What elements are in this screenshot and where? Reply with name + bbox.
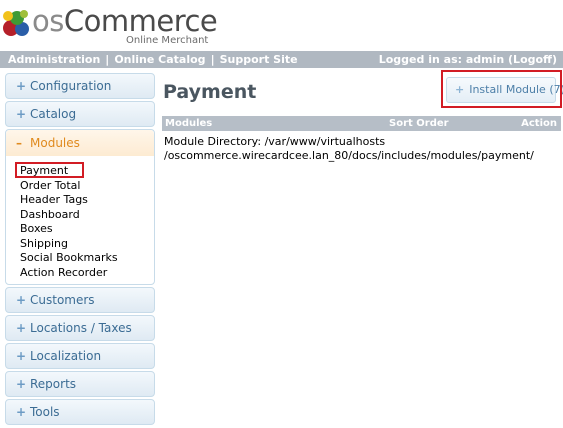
submenu-item-header-tags[interactable]: Header Tags [20,193,154,208]
sidebar-item-label: Modules [30,136,80,150]
column-header-modules[interactable]: Modules [165,116,212,131]
submenu-item-social-bookmarks[interactable]: Social Bookmarks [20,251,154,266]
sidebar-item-label: Reports [30,377,77,391]
module-directory-line: Module Directory: /var/www/virtualhosts [164,135,386,148]
plus-icon: + [16,377,27,391]
submenu-item-shipping[interactable]: Shipping [20,237,154,252]
sidebar-item-modules[interactable]: – Modules [6,130,154,156]
oscommerce-balls-icon [3,10,29,36]
sidebar-item-locations-taxes[interactable]: + Locations / Taxes [5,315,155,341]
separator: | [105,53,110,66]
plus-icon: + [16,107,27,121]
online-catalog-link[interactable]: Online Catalog [114,53,205,66]
plus-icon: + [16,79,27,93]
support-site-link[interactable]: Support Site [220,53,298,66]
column-header-sort-order[interactable]: Sort Order [389,116,449,131]
sidebar-item-label: Configuration [30,79,112,93]
submenu-item-order-total[interactable]: Order Total [20,179,154,194]
oscommerce-logo[interactable]: osCommerce Online Merchant [2,4,218,48]
sidebar-item-label: Localization [30,349,102,363]
plus-icon: + [16,349,27,363]
submenu-item-dashboard[interactable]: Dashboard [20,208,154,223]
install-button-highlight-box [441,70,562,108]
separator: | [210,53,215,66]
sidebar: + Configuration + Catalog – Modules Payment… [5,73,155,427]
sidebar-item-tools[interactable]: + Tools [5,399,155,425]
sidebar-item-label: Customers [30,293,95,307]
sidebar-item-configuration[interactable]: + Configuration [5,73,155,99]
sidebar-item-label: Locations / Taxes [30,321,132,335]
top-navigation-bar: Administration | Online Catalog | Support Si… [0,51,563,68]
logo-wordmark: osCommerce [32,4,218,38]
column-header-action: Action [521,118,557,129]
sidebar-item-label: Catalog [30,107,77,121]
sidebar-item-localization[interactable]: + Localization [5,343,155,369]
plus-icon: + [16,321,27,335]
page-title: Payment [163,81,257,103]
administration-link[interactable]: Administration [8,53,100,66]
modules-submenu: Payment Order Total Header Tags Dashboar… [6,164,154,280]
plus-icon: + [16,405,27,419]
modules-table-header: Modules Sort Order Action [162,116,561,131]
submenu-item-action-recorder[interactable]: Action Recorder [20,266,154,281]
logo-tagline: Online Merchant [126,35,209,46]
logged-in-status[interactable]: Logged in as: admin (Logoff) [379,51,557,68]
payment-highlight-box [15,162,84,178]
plus-icon: + [16,293,27,307]
sidebar-item-catalog[interactable]: + Catalog [5,101,155,127]
sidebar-item-label: Tools [30,405,60,419]
module-directory-path: /oscommerce.wirecardcee.lan_80/docs/incl… [164,149,534,162]
minus-icon: – [16,136,22,150]
sidebar-item-customers[interactable]: + Customers [5,287,155,313]
module-directory-text: Module Directory: /var/www/virtualhosts … [164,135,560,163]
submenu-item-boxes[interactable]: Boxes [20,222,154,237]
sidebar-section-modules: – Modules Payment Order Total Header Tags… [5,129,155,285]
sidebar-item-reports[interactable]: + Reports [5,371,155,397]
